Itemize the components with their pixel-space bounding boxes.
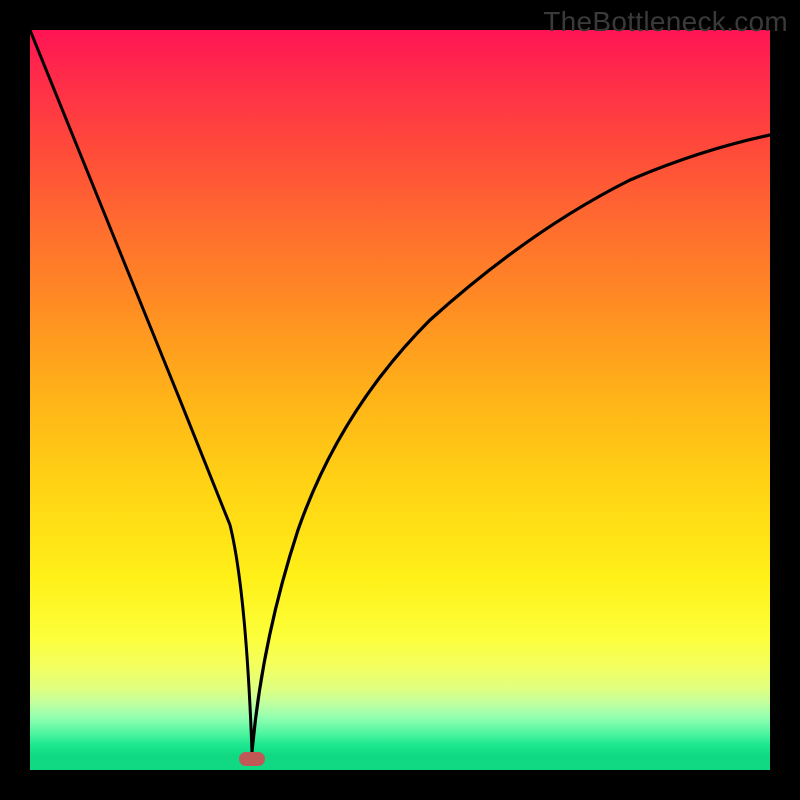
curve-svg: [30, 30, 770, 770]
curve-right-branch: [252, 135, 770, 752]
chart-frame: TheBottleneck.com: [0, 0, 800, 800]
curve-left-branch: [30, 30, 252, 752]
minimum-marker: [239, 752, 265, 766]
plot-area: [30, 30, 770, 770]
